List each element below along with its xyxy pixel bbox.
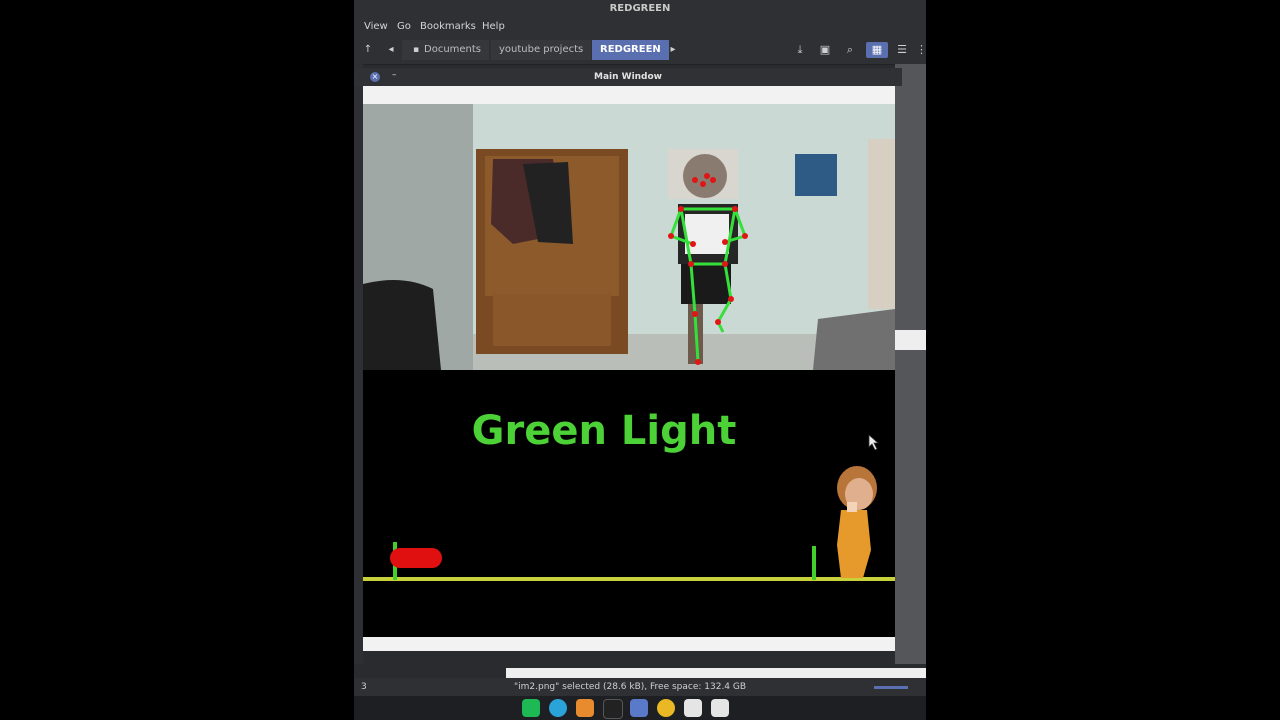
file-manager-title: REDGREEN bbox=[354, 0, 926, 18]
doll-figure bbox=[837, 466, 877, 578]
grid-view-icon[interactable]: ▦ bbox=[866, 42, 888, 58]
terminal-icon[interactable]: ▣ bbox=[817, 42, 833, 58]
breadcrumb-youtube-projects-label: youtube projects bbox=[499, 44, 584, 55]
zoom-slider[interactable] bbox=[874, 686, 908, 689]
status-left-count: 3 bbox=[361, 682, 367, 692]
menu-bookmarks[interactable]: Bookmarks bbox=[420, 18, 476, 36]
minimize-button[interactable]: – bbox=[392, 70, 397, 80]
sidebar-edge bbox=[354, 64, 363, 664]
bookmark-icon[interactable]: ⤓ bbox=[792, 42, 808, 58]
dock bbox=[354, 696, 926, 720]
spotify-icon[interactable] bbox=[522, 699, 540, 717]
chair bbox=[363, 280, 441, 370]
menu-view[interactable]: View bbox=[364, 18, 388, 36]
up-arrow-icon[interactable]: ↑ bbox=[360, 40, 376, 60]
chrome-icon[interactable] bbox=[657, 699, 675, 717]
list-view-icon[interactable]: ☰ bbox=[894, 42, 910, 58]
sofa bbox=[813, 309, 895, 370]
poster bbox=[795, 154, 837, 196]
camera-feed bbox=[363, 104, 895, 370]
folder-icon: ▪ bbox=[412, 45, 420, 55]
camera-scene bbox=[363, 104, 895, 370]
terminal-icon[interactable] bbox=[603, 699, 623, 719]
settings-icon[interactable] bbox=[711, 699, 729, 717]
breadcrumb-documents-label: Documents bbox=[424, 44, 482, 55]
status-text: "im2.png" selected (28.6 kB), Free space… bbox=[514, 682, 747, 692]
files-icon[interactable] bbox=[630, 699, 648, 717]
background-window-strip bbox=[895, 330, 926, 350]
main-window: Green Light bbox=[363, 86, 895, 651]
menu-bar: View Go Bookmarks Help bbox=[354, 18, 926, 36]
game-canvas: Green Light bbox=[363, 370, 895, 637]
breadcrumb-redgreen-label: REDGREEN bbox=[600, 44, 661, 55]
telegram-icon[interactable] bbox=[549, 699, 567, 717]
background-window-edge bbox=[895, 64, 926, 664]
main-window-title: Main Window bbox=[354, 68, 902, 86]
toolbar: ↑ ◂ Documents ▪ youtube projects REDGREE… bbox=[354, 36, 926, 65]
breadcrumb-youtube-projects[interactable]: youtube projects bbox=[491, 40, 592, 60]
forward-arrow-icon[interactable]: ▸ bbox=[666, 40, 680, 60]
close-icon[interactable]: × bbox=[370, 72, 380, 82]
menu-go[interactable]: Go bbox=[397, 18, 411, 36]
player-marker bbox=[390, 548, 442, 568]
back-arrow-icon[interactable]: ◂ bbox=[384, 40, 398, 60]
blender-icon[interactable] bbox=[576, 699, 594, 717]
settings-icon[interactable] bbox=[684, 699, 702, 717]
menu-help[interactable]: Help bbox=[482, 18, 505, 36]
breadcrumb-redgreen[interactable]: REDGREEN bbox=[592, 40, 669, 60]
game-scene bbox=[363, 434, 895, 581]
cursor-icon bbox=[868, 434, 880, 451]
search-icon[interactable]: ⌕ bbox=[842, 42, 858, 58]
desktop-screen: REDGREEN View Go Bookmarks Help ↑ ◂ Docu… bbox=[354, 0, 926, 720]
status-bar: 3 "im2.png" selected (28.6 kB), Free spa… bbox=[354, 678, 926, 696]
compact-view-icon[interactable]: ⋮ bbox=[916, 42, 926, 58]
